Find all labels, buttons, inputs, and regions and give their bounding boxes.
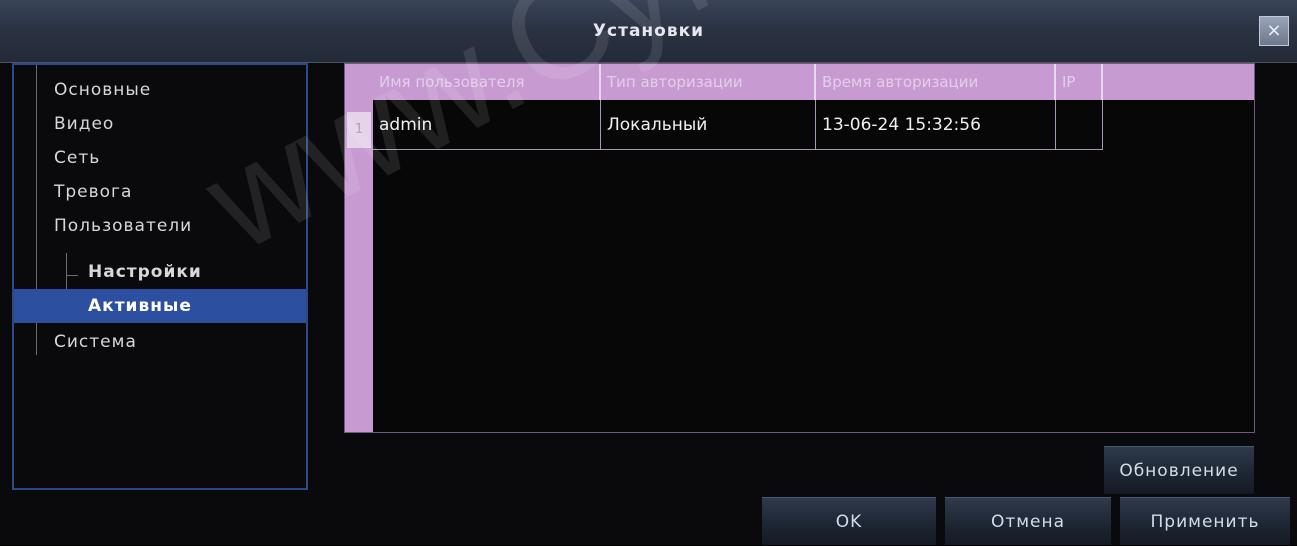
tree-item-alarm[interactable]: Тревога — [54, 175, 132, 209]
cancel-button[interactable]: Отмена — [945, 497, 1111, 545]
tree-item-network[interactable]: Сеть — [54, 141, 100, 175]
tree-item-users[interactable]: Пользователи — [54, 209, 192, 243]
window-title: Установки — [592, 21, 705, 41]
active-users-table: Имя пользователя Тип авторизации Время а… — [344, 63, 1255, 433]
column-header-username[interactable]: Имя пользователя — [373, 64, 601, 100]
row-number-strip — [345, 100, 373, 432]
settings-window: Установки × Основные Видео Сеть Тревога … — [0, 0, 1297, 545]
cell-auth-type[interactable]: Локальный — [601, 100, 816, 150]
tree-item-video[interactable]: Видео — [54, 107, 114, 141]
column-header-auth-time[interactable]: Время авторизации — [816, 64, 1056, 100]
settings-tree: Основные Видео Сеть Тревога Пользователи… — [12, 63, 308, 490]
row-number: 1 — [347, 112, 371, 148]
tree-connector — [66, 275, 78, 276]
tree-item-active-users[interactable]: Активные — [14, 289, 306, 323]
ok-button[interactable]: OK — [762, 497, 936, 545]
tree-item-user-settings[interactable]: Настройки — [88, 255, 202, 289]
title-bar: Установки × — [0, 0, 1297, 63]
column-header-auth-type[interactable]: Тип авторизации — [601, 64, 816, 100]
cell-username[interactable]: admin — [373, 100, 601, 150]
apply-button[interactable]: Применить — [1120, 497, 1290, 545]
close-button[interactable]: × — [1259, 16, 1289, 46]
cell-auth-time[interactable]: 13-06-24 15:32:56 — [816, 100, 1056, 150]
table-header: Имя пользователя Тип авторизации Время а… — [345, 64, 1254, 100]
column-header-ip[interactable]: IP — [1056, 64, 1103, 100]
tree-item-basic[interactable]: Основные — [54, 73, 151, 107]
cell-ip[interactable] — [1056, 100, 1103, 150]
refresh-button[interactable]: Обновление — [1104, 446, 1254, 494]
tree-item-system[interactable]: Система — [54, 325, 137, 359]
